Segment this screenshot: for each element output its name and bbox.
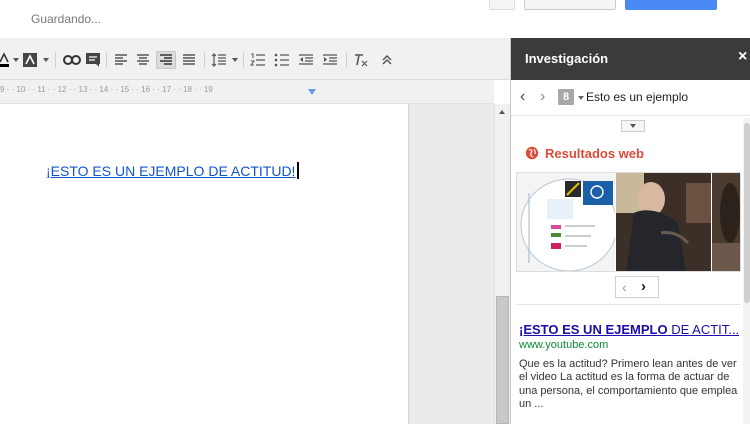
research-panel-title: Investigación xyxy=(525,51,609,66)
comment-icon[interactable] xyxy=(86,51,100,69)
previous-images-icon[interactable]: ‹ xyxy=(622,279,627,295)
chevron-down-icon[interactable] xyxy=(13,58,19,62)
result-title-rest[interactable]: DE ACTIT... xyxy=(668,322,739,337)
text-cursor xyxy=(297,162,300,179)
comments-button[interactable] xyxy=(489,0,515,10)
next-images-icon[interactable]: › xyxy=(641,278,646,295)
decrease-indent-icon[interactable] xyxy=(297,51,315,69)
research-panel: Investigación × ‹ › 8 Esto es un ejemplo… xyxy=(510,38,750,424)
toolbar-divider xyxy=(106,52,107,68)
bulleted-list-icon[interactable] xyxy=(273,51,291,69)
document-scrollbar[interactable] xyxy=(494,104,510,424)
forward-icon[interactable]: › xyxy=(540,88,545,106)
image-result-thumbnail[interactable] xyxy=(712,173,740,271)
document-canvas: ¡ESTO ES UN EJEMPLO DE ACTITUD! xyxy=(0,104,494,424)
chevron-down-icon[interactable] xyxy=(43,58,49,62)
link-icon[interactable] xyxy=(63,51,81,69)
formatting-toolbar xyxy=(0,38,510,80)
chevron-down-icon[interactable] xyxy=(578,96,584,100)
justify-icon[interactable] xyxy=(180,51,198,69)
chevron-down-icon[interactable] xyxy=(232,58,238,62)
right-indent-marker[interactable] xyxy=(308,89,316,95)
result-title-bold[interactable]: ¡ESTO ES UN EJEMPLO xyxy=(519,322,668,337)
collapse-toolbar-icon[interactable] xyxy=(378,51,396,69)
scrollbar-thumb[interactable] xyxy=(744,123,750,303)
image-result-thumbnail[interactable] xyxy=(616,173,711,271)
web-results-title: Resultados web xyxy=(545,146,644,161)
share-button[interactable] xyxy=(625,0,717,10)
search-engine-icon[interactable]: 8 xyxy=(558,89,574,105)
line-spacing-icon[interactable] xyxy=(210,51,228,69)
secondary-button[interactable] xyxy=(524,0,616,10)
saving-status: Guardando... xyxy=(31,12,102,26)
research-panel-header: Investigación × xyxy=(511,38,750,80)
result-snippet: Que es la actitud? Primero lean antes de… xyxy=(519,358,738,410)
document-text[interactable]: ¡ESTO ES UN EJEMPLO DE ACTITUD! xyxy=(46,162,300,179)
clear-formatting-icon[interactable] xyxy=(352,51,370,69)
expand-options-button[interactable] xyxy=(621,120,645,132)
toolbar-divider xyxy=(243,52,244,68)
back-icon[interactable]: ‹ xyxy=(520,88,525,106)
align-center-icon[interactable] xyxy=(134,51,152,69)
result-title-link[interactable]: ¡ESTO ES UN EJEMPLO DE ACTIT... xyxy=(519,322,743,337)
toolbar-divider xyxy=(204,52,205,68)
ruler[interactable]: 9 · · 10 · · 11 · · 12 · · 13 · · 14 · ·… xyxy=(0,80,494,104)
research-search-input[interactable]: Esto es un ejemplo xyxy=(586,90,688,104)
chevron-down-icon xyxy=(630,124,636,128)
image-result-thumbnail[interactable] xyxy=(517,173,618,271)
numbered-list-icon[interactable] xyxy=(249,51,267,69)
section-divider xyxy=(516,304,741,305)
increase-indent-icon[interactable] xyxy=(321,51,339,69)
document-link-text[interactable]: ¡ESTO ES UN EJEMPLO DE ACTITUD! xyxy=(46,163,295,179)
highlight-color-icon[interactable] xyxy=(23,51,37,69)
image-pager: ‹ › xyxy=(615,276,659,298)
align-left-icon[interactable] xyxy=(112,51,130,69)
globe-icon xyxy=(525,146,539,160)
ruler-marks: 9 · · 10 · · 11 · · 12 · · 13 · · 14 · ·… xyxy=(0,85,213,94)
result-url: www.youtube.com xyxy=(519,339,609,351)
top-bar: Guardando... xyxy=(0,0,750,38)
document-page[interactable]: ¡ESTO ES UN EJEMPLO DE ACTITUD! xyxy=(0,104,409,424)
scroll-up-icon[interactable] xyxy=(499,110,505,114)
image-results-strip xyxy=(516,172,741,272)
research-panel-scrollbar[interactable] xyxy=(743,118,750,424)
toolbar-divider xyxy=(346,52,347,68)
scrollbar-thumb[interactable] xyxy=(496,296,509,424)
google-docs-window: Guardando... 9 · · 10 · · 11 · · 12 · · … xyxy=(0,0,750,424)
toolbar-divider xyxy=(55,52,56,68)
close-icon[interactable]: × xyxy=(738,48,747,66)
align-right-icon[interactable] xyxy=(156,51,176,69)
text-color-icon[interactable] xyxy=(0,51,10,69)
research-search-row: ‹ › 8 Esto es un ejemplo xyxy=(511,80,750,116)
